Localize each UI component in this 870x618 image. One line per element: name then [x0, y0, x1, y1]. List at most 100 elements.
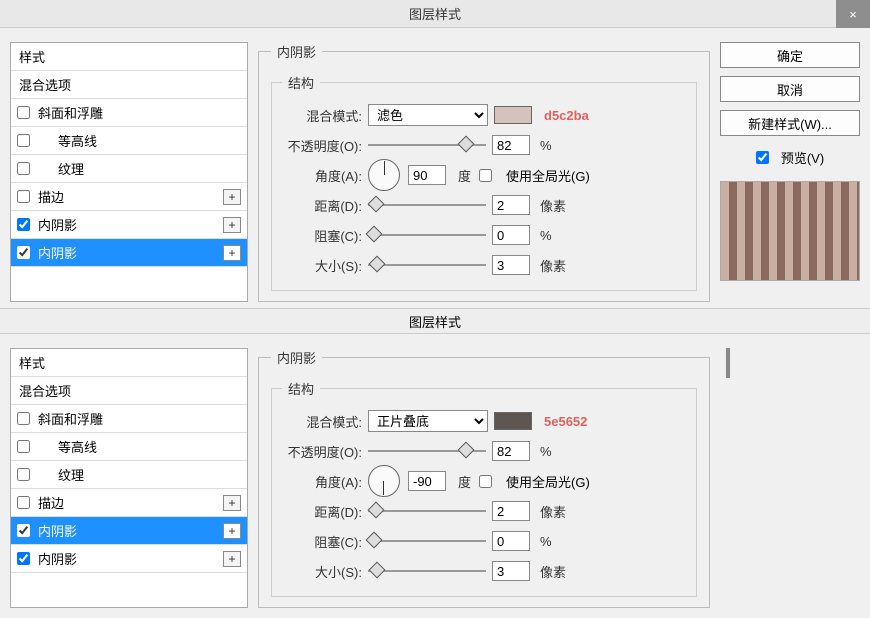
color-swatch[interactable] [494, 412, 532, 430]
inner-shadow-checkbox-1[interactable] [17, 218, 30, 231]
contour-checkbox[interactable] [17, 134, 30, 147]
stub-bar [726, 348, 730, 378]
list-item-inner-shadow-1[interactable]: 内阴影+ [11, 211, 247, 239]
plus-icon[interactable]: + [223, 523, 241, 539]
list-item-inner-shadow-2[interactable]: 内阴影+ [11, 239, 247, 267]
angle-label: 角度(A): [282, 166, 362, 185]
choke-input[interactable] [492, 531, 530, 551]
preview-thumbnail [720, 181, 860, 281]
size-slider[interactable] [368, 564, 486, 578]
angle-input[interactable] [408, 471, 446, 491]
plus-icon[interactable]: + [223, 189, 241, 205]
texture-checkbox[interactable] [17, 468, 30, 481]
right-column: 确定 取消 新建样式(W)... 预览(V) [720, 42, 860, 302]
list-item-blend-options[interactable]: 混合选项 [11, 71, 247, 99]
distance-label: 距离(D): [282, 196, 362, 215]
bevel-checkbox[interactable] [17, 412, 30, 425]
dialog-body-1: 样式 混合选项 斜面和浮雕 等高线 纹理 描边+ 内阴影+ 内阴影+ 内阴影 结… [0, 28, 870, 308]
distance-input[interactable] [492, 501, 530, 521]
list-item-texture[interactable]: 纹理 [11, 155, 247, 183]
list-item-inner-shadow-1[interactable]: 内阴影+ [11, 517, 247, 545]
size-label: 大小(S): [282, 256, 362, 275]
list-item-inner-shadow-2[interactable]: 内阴影+ [11, 545, 247, 573]
dialog-title: 图层样式 [409, 4, 461, 23]
plus-icon[interactable]: + [223, 245, 241, 261]
bevel-checkbox[interactable] [17, 106, 30, 119]
opacity-input[interactable] [492, 441, 530, 461]
global-light-label: 使用全局光(G) [506, 166, 590, 185]
preview-label: 预览(V) [781, 148, 824, 167]
settings-panel-2: 内阴影 结构 混合模式: 正片叠底 5e5652 不透明度(O): % 角度(A… [258, 348, 710, 608]
list-item-bevel[interactable]: 斜面和浮雕 [11, 405, 247, 433]
texture-checkbox[interactable] [17, 162, 30, 175]
inner-shadow-legend: 内阴影 [271, 42, 322, 61]
plus-icon[interactable]: + [223, 551, 241, 567]
opacity-label: 不透明度(O): [282, 442, 362, 461]
contour-checkbox[interactable] [17, 440, 30, 453]
choke-slider[interactable] [368, 228, 486, 242]
opacity-label: 不透明度(O): [282, 136, 362, 155]
settings-panel-1: 内阴影 结构 混合模式: 滤色 d5c2ba 不透明度(O): % 角度(A): [258, 42, 710, 302]
close-icon: × [849, 7, 857, 22]
stroke-checkbox[interactable] [17, 190, 30, 203]
new-style-button[interactable]: 新建样式(W)... [720, 110, 860, 136]
size-input[interactable] [492, 561, 530, 581]
distance-input[interactable] [492, 195, 530, 215]
list-header-styles[interactable]: 样式 [11, 43, 247, 71]
title-bar: 图层样式 × [0, 0, 870, 28]
styles-list-2: 样式 混合选项 斜面和浮雕 等高线 纹理 描边+ 内阴影+ 内阴影+ [10, 348, 248, 608]
dialog-body-2: 样式 混合选项 斜面和浮雕 等高线 纹理 描边+ 内阴影+ 内阴影+ 内阴影 结… [0, 334, 870, 618]
size-input[interactable] [492, 255, 530, 275]
opacity-slider[interactable] [368, 444, 486, 458]
list-item-stroke[interactable]: 描边+ [11, 489, 247, 517]
ok-button[interactable]: 确定 [720, 42, 860, 68]
structure-legend: 结构 [282, 73, 320, 92]
choke-slider[interactable] [368, 534, 486, 548]
opacity-input[interactable] [492, 135, 530, 155]
plus-icon[interactable]: + [223, 495, 241, 511]
angle-dial[interactable] [368, 465, 400, 497]
distance-slider[interactable] [368, 198, 486, 212]
structure-fieldset: 结构 混合模式: 正片叠底 5e5652 不透明度(O): % 角度(A): [271, 379, 697, 597]
structure-fieldset: 结构 混合模式: 滤色 d5c2ba 不透明度(O): % 角度(A): [271, 73, 697, 291]
list-header-styles[interactable]: 样式 [11, 349, 247, 377]
preview-checkbox[interactable] [756, 151, 769, 164]
list-item-bevel[interactable]: 斜面和浮雕 [11, 99, 247, 127]
global-light-checkbox[interactable] [479, 475, 492, 488]
list-item-stroke[interactable]: 描边+ [11, 183, 247, 211]
list-item-texture[interactable]: 纹理 [11, 461, 247, 489]
blend-mode-select[interactable]: 正片叠底 [368, 410, 488, 432]
cancel-button[interactable]: 取消 [720, 76, 860, 102]
stroke-checkbox[interactable] [17, 496, 30, 509]
color-hex: d5c2ba [544, 108, 589, 123]
right-stub [720, 348, 860, 608]
close-button[interactable]: × [836, 0, 870, 28]
opacity-slider[interactable] [368, 138, 486, 152]
list-item-contour[interactable]: 等高线 [11, 127, 247, 155]
color-swatch[interactable] [494, 106, 532, 124]
global-light-checkbox[interactable] [479, 169, 492, 182]
list-item-blend-options[interactable]: 混合选项 [11, 377, 247, 405]
blend-mode-select[interactable]: 滤色 [368, 104, 488, 126]
choke-label: 阻塞(C): [282, 532, 362, 551]
size-label: 大小(S): [282, 562, 362, 581]
angle-dial[interactable] [368, 159, 400, 191]
color-hex: 5e5652 [544, 414, 587, 429]
angle-input[interactable] [408, 165, 446, 185]
plus-icon[interactable]: + [223, 217, 241, 233]
inner-shadow-checkbox-1[interactable] [17, 524, 30, 537]
inner-shadow-checkbox-2[interactable] [17, 246, 30, 259]
choke-input[interactable] [492, 225, 530, 245]
size-slider[interactable] [368, 258, 486, 272]
blend-mode-label: 混合模式: [282, 412, 362, 431]
styles-list: 样式 混合选项 斜面和浮雕 等高线 纹理 描边+ 内阴影+ 内阴影+ [10, 42, 248, 302]
inner-shadow-fieldset: 内阴影 结构 混合模式: 正片叠底 5e5652 不透明度(O): % 角度(A… [258, 348, 710, 608]
blend-mode-label: 混合模式: [282, 106, 362, 125]
list-item-contour[interactable]: 等高线 [11, 433, 247, 461]
distance-slider[interactable] [368, 504, 486, 518]
inner-shadow-checkbox-2[interactable] [17, 552, 30, 565]
choke-label: 阻塞(C): [282, 226, 362, 245]
pct-unit: % [540, 138, 552, 153]
angle-label: 角度(A): [282, 472, 362, 491]
distance-label: 距离(D): [282, 502, 362, 521]
